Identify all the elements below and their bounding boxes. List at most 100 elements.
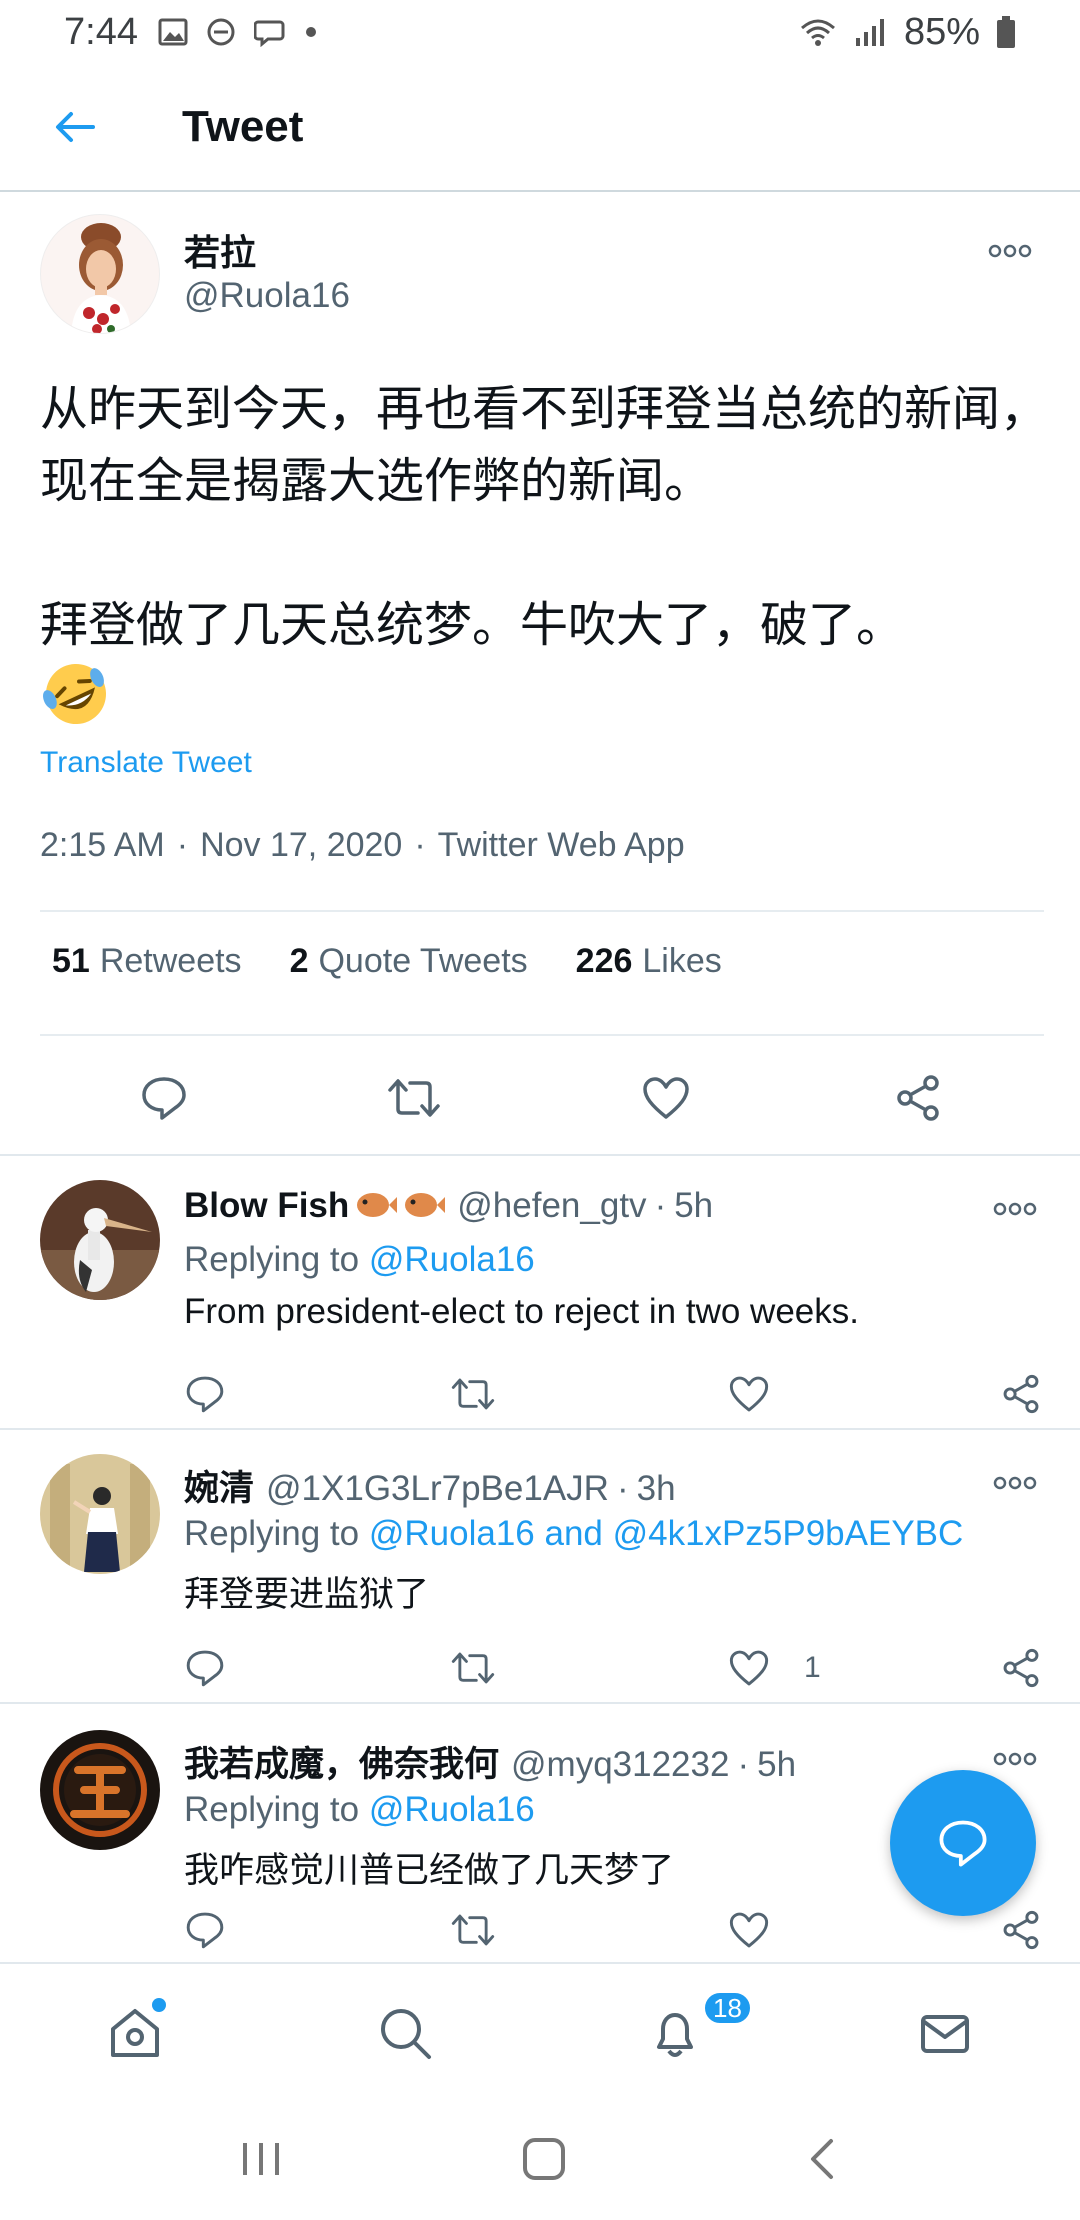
section-separator bbox=[0, 1428, 1080, 1430]
compose-reply-button[interactable] bbox=[890, 1770, 1036, 1916]
status-more-dot bbox=[305, 27, 316, 37]
like-icon bbox=[729, 1650, 769, 1686]
home-unread-dot bbox=[152, 1998, 166, 2012]
dot-separator: · bbox=[737, 1745, 750, 1784]
more-icon bbox=[988, 244, 1032, 258]
back-arrow-icon bbox=[56, 112, 95, 142]
retweets-count: 51 bbox=[52, 942, 90, 980]
replying-to-mentions[interactable]: @Ruola16 bbox=[369, 1790, 535, 1829]
likes-label: Likes bbox=[642, 942, 722, 980]
reply-author-name[interactable]: Blow Fish bbox=[184, 1186, 349, 1225]
reply-handle[interactable]: @hefen_gtv bbox=[457, 1186, 646, 1225]
reply-avatar[interactable] bbox=[40, 1180, 160, 1300]
reply-handle[interactable]: @1X1G3Lr7pBe1AJR bbox=[266, 1469, 609, 1508]
search-icon bbox=[381, 2009, 431, 2059]
reply-avatar[interactable] bbox=[40, 1454, 160, 1574]
mail-icon bbox=[921, 2015, 969, 2053]
reply-more-button[interactable] bbox=[990, 1194, 1040, 1224]
reply-reply-button[interactable] bbox=[184, 1906, 226, 1954]
reply-actions bbox=[184, 1370, 1044, 1420]
reply-icon bbox=[186, 1376, 224, 1413]
reply-reply-button[interactable] bbox=[184, 1644, 226, 1692]
like-button[interactable] bbox=[636, 1068, 696, 1128]
recent-apps-button[interactable] bbox=[239, 2139, 283, 2184]
reply-icon bbox=[142, 1077, 186, 1120]
home-system-button[interactable] bbox=[520, 2135, 568, 2188]
reply-icon bbox=[186, 1650, 224, 1687]
chat-bubble-icon bbox=[253, 20, 285, 47]
reply-author-name[interactable]: 婉清 bbox=[184, 1469, 254, 1508]
avatar-illustration bbox=[41, 215, 159, 333]
tweet-more-button[interactable] bbox=[980, 236, 1040, 266]
do-not-disturb-icon bbox=[207, 18, 235, 46]
replying-to: Replying to @Ruola16 and @4k1xPz5P9bAEYB… bbox=[184, 1514, 963, 1554]
tweet-time: 2:15 AM bbox=[40, 826, 165, 864]
replying-to-label: Replying to bbox=[184, 1790, 360, 1829]
reply-avatar[interactable] bbox=[40, 1730, 160, 1850]
nav-messages[interactable] bbox=[810, 1964, 1080, 2102]
likes-stat[interactable]: 226 Likes bbox=[576, 942, 722, 981]
reply-like-button[interactable] bbox=[728, 1906, 804, 1954]
section-separator bbox=[0, 1702, 1080, 1704]
replying-to: Replying to @Ruola16 bbox=[184, 1790, 535, 1830]
recent-apps-icon bbox=[242, 2142, 279, 2175]
page-title: Tweet bbox=[182, 102, 304, 151]
reply-reply-button[interactable] bbox=[184, 1370, 226, 1418]
pelican-avatar bbox=[40, 1180, 160, 1300]
woman-avatar bbox=[40, 1454, 160, 1574]
nav-home[interactable] bbox=[0, 1964, 270, 2102]
reply-text: 拜登要进监狱了 bbox=[184, 1575, 430, 1614]
status-time: 7:44 bbox=[64, 10, 138, 53]
share-button[interactable] bbox=[888, 1068, 948, 1128]
reply-author-name[interactable]: 我若成魔，佛奈我何 bbox=[184, 1745, 499, 1784]
replying-to-mentions[interactable]: @Ruola16 bbox=[369, 1240, 535, 1279]
like-icon bbox=[643, 1077, 689, 1119]
nav-search[interactable] bbox=[270, 1964, 540, 2102]
likes-count: 226 bbox=[575, 942, 633, 980]
dot-separator: · bbox=[654, 1186, 667, 1225]
reply-retweet-button[interactable] bbox=[450, 1370, 496, 1418]
tweet-text: 从昨天到今天，再也看不到拜登当总统的新闻，现在全是揭露大选作弊的新闻。 拜登做了… bbox=[40, 383, 1049, 652]
bell-icon bbox=[657, 2013, 693, 2057]
retweet-button[interactable] bbox=[384, 1068, 444, 1128]
like-icon bbox=[729, 1912, 769, 1948]
reply-share-button[interactable] bbox=[1000, 1644, 1042, 1692]
back-system-button[interactable] bbox=[805, 2137, 841, 2186]
tweet-source[interactable]: Twitter Web App bbox=[438, 826, 685, 864]
tweet-meta: 2:15 AM · Nov 17, 2020 · Twitter Web App bbox=[40, 826, 685, 865]
reply-retweet-button[interactable] bbox=[450, 1906, 496, 1954]
more-icon bbox=[993, 1752, 1037, 1766]
reply-header: 我若成魔，佛奈我何 @myq312232 · 5h bbox=[184, 1736, 796, 1787]
share-icon bbox=[1003, 1648, 1039, 1688]
reply-handle[interactable]: @myq312232 bbox=[511, 1745, 729, 1784]
wifi-icon bbox=[800, 19, 835, 46]
system-navigation-bar bbox=[0, 2102, 1080, 2220]
reply-like-button[interactable] bbox=[728, 1370, 804, 1418]
reply-more-button[interactable] bbox=[990, 1468, 1040, 1498]
nav-notifications[interactable]: 18 bbox=[540, 1964, 810, 2102]
retweets-stat[interactable]: 51 Retweets bbox=[52, 942, 242, 981]
author-avatar[interactable] bbox=[40, 214, 160, 334]
quote-tweets-label: Quote Tweets bbox=[318, 942, 528, 980]
retweet-icon bbox=[451, 1652, 495, 1684]
tweet-author-row: 若拉 @Ruola16 bbox=[40, 214, 1040, 344]
battery-icon bbox=[997, 16, 1015, 48]
quote-tweets-stat[interactable]: 2 Quote Tweets bbox=[290, 942, 528, 981]
reply-retweet-button[interactable] bbox=[450, 1644, 496, 1692]
like-count: 1 bbox=[804, 1651, 821, 1684]
reply-like-button[interactable]: 1 bbox=[728, 1644, 821, 1692]
back-button[interactable] bbox=[0, 63, 150, 191]
reply-more-button[interactable] bbox=[990, 1744, 1040, 1774]
reply-share-button[interactable] bbox=[1000, 1906, 1042, 1954]
fire-emblem-avatar bbox=[40, 1730, 160, 1850]
author-handle[interactable]: @Ruola16 bbox=[184, 276, 350, 316]
reply-time: 5h bbox=[674, 1186, 714, 1225]
translate-tweet-link[interactable]: Translate Tweet bbox=[40, 746, 252, 780]
battery-percent: 85% bbox=[903, 10, 980, 53]
author-name[interactable]: 若拉 bbox=[184, 224, 256, 276]
divider bbox=[40, 1034, 1044, 1036]
reply-button[interactable] bbox=[134, 1068, 194, 1128]
reply-share-button[interactable] bbox=[1000, 1370, 1042, 1418]
replying-to-mentions[interactable]: @Ruola16 and @4k1xPz5P9bAEYBC bbox=[369, 1514, 963, 1553]
blowfish-emoji-icon bbox=[349, 1186, 446, 1225]
